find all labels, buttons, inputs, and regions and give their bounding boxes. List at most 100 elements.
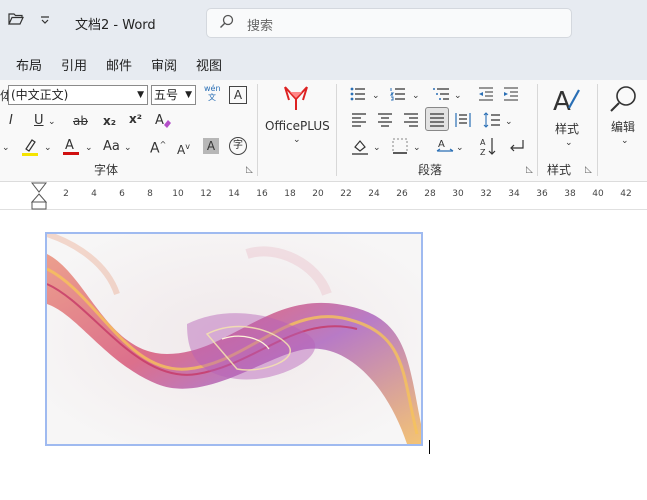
tab-mailings[interactable]: 邮件 <box>106 55 132 74</box>
ruler-tick-label: 16 <box>256 189 268 199</box>
separator <box>597 84 598 176</box>
chinese-layout-dropdown-icon[interactable]: ⌄ <box>456 140 464 156</box>
officeplus-logo-icon[interactable] <box>281 82 311 117</box>
ruler-tick-label: 18 <box>284 189 296 199</box>
ruler-tick-label: 8 <box>147 189 153 199</box>
tab-layout[interactable]: 布局 <box>16 55 42 74</box>
italic-button[interactable]: I <box>9 113 13 129</box>
text-cursor <box>429 440 430 454</box>
enclose-characters-button[interactable]: 字 <box>229 137 247 155</box>
show-marks-icon[interactable] <box>509 139 525 158</box>
svg-text:A: A <box>438 139 445 150</box>
borders-dropdown-icon[interactable]: ⌄ <box>413 140 421 156</box>
highlight-dropdown-icon[interactable]: ⌄ <box>44 140 52 156</box>
title-bar: 文档2 - Word 搜索 <box>0 0 647 46</box>
char-shading-button[interactable]: A <box>203 138 219 154</box>
ruler-tick-label: 42 <box>620 189 632 199</box>
ruler-tick-label: 34 <box>508 189 520 199</box>
document-title: 文档2 - Word <box>75 18 156 33</box>
ruler-tick-label: 40 <box>592 189 604 199</box>
svg-text:A: A <box>553 87 571 116</box>
align-center-icon[interactable] <box>377 113 393 132</box>
shrink-font-button[interactable]: Av <box>177 139 190 158</box>
ruler-tick-label: 12 <box>200 189 212 199</box>
line-spacing-dropdown-icon[interactable]: ⌄ <box>505 114 513 130</box>
decrease-indent-icon[interactable] <box>478 87 494 106</box>
font-color-dropdown-icon[interactable]: ⌄ <box>85 140 93 156</box>
clear-formatting-icon[interactable]: A <box>154 111 172 134</box>
ruler-tick-label: 10 <box>172 189 184 199</box>
chevron-down-icon[interactable] <box>40 14 50 29</box>
horizontal-ruler[interactable]: 2 4 6 8 10 12 14 16 18 20 22 24 26 28 30 32 34 36 38 40 42 <box>0 182 647 210</box>
editing-search-icon[interactable] <box>609 84 639 119</box>
font-group-label: 字体 <box>94 163 119 177</box>
paragraph-dialog-launcher-icon[interactable]: ◺ <box>526 165 533 175</box>
ruler-tick-label: 28 <box>424 189 436 199</box>
selected-picture[interactable] <box>45 232 423 446</box>
multilevel-list-icon[interactable] <box>432 87 450 106</box>
ruler-tick-label: 38 <box>564 189 576 199</box>
ruler-tick-label: 30 <box>452 189 464 199</box>
ribbon: 体 (中文正文) ▼ 五号 ▼ wén 文 A I U ⌄ ab x₂ x² A ⌄ … <box>0 80 647 182</box>
bullets-icon[interactable] <box>350 87 366 106</box>
tab-review[interactable]: 审阅 <box>151 55 177 74</box>
multilevel-dropdown-icon[interactable]: ⌄ <box>454 88 462 104</box>
font-dialog-launcher-icon[interactable]: ◺ <box>246 165 253 175</box>
officeplus-dropdown-icon[interactable]: ⌄ <box>293 132 301 148</box>
separator <box>336 84 337 176</box>
ruler-tick-label: 24 <box>368 189 380 199</box>
grow-font-button[interactable]: A^ <box>150 137 166 157</box>
font-name-select[interactable]: (中文正文) ▼ <box>8 85 148 105</box>
bullets-dropdown-icon[interactable]: ⌄ <box>372 88 380 104</box>
underline-dropdown-icon[interactable]: ⌄ <box>48 114 56 130</box>
styles-dropdown-icon[interactable]: ⌄ <box>565 135 573 151</box>
phonetic-guide-button[interactable]: wén 文 <box>204 84 221 102</box>
styles-dialog-launcher-icon[interactable]: ◺ <box>585 165 592 175</box>
ruler-tick-label: 26 <box>396 189 408 199</box>
align-right-icon[interactable] <box>403 113 419 132</box>
underline-button[interactable]: U <box>34 113 44 129</box>
char-border-button[interactable]: A <box>229 86 247 104</box>
change-case-button[interactable]: Aa <box>103 139 120 155</box>
search-icon <box>219 14 234 33</box>
styles-gallery-icon[interactable]: A <box>551 86 581 121</box>
ruler-tick-label: 4 <box>91 189 97 199</box>
borders-icon[interactable] <box>392 138 408 159</box>
distributed-icon[interactable] <box>455 112 471 133</box>
paragraph-shading-icon[interactable] <box>351 138 369 161</box>
chinese-layout-icon[interactable]: A <box>436 137 454 160</box>
separator <box>537 84 538 176</box>
justify-icon <box>429 113 445 132</box>
subscript-button[interactable]: x₂ <box>103 113 116 129</box>
numbering-dropdown-icon[interactable]: ⌄ <box>412 88 420 104</box>
separator <box>257 84 258 176</box>
svg-text:A: A <box>480 138 486 147</box>
ruler-tick-label: 6 <box>119 189 125 199</box>
superscript-button[interactable]: x² <box>129 111 142 127</box>
increase-indent-icon[interactable] <box>503 87 519 106</box>
styles-group-label: 样式 <box>547 163 572 177</box>
tab-references[interactable]: 引用 <box>61 55 87 74</box>
numbering-icon[interactable] <box>389 87 406 106</box>
tab-view[interactable]: 视图 <box>196 55 222 74</box>
line-spacing-icon[interactable] <box>483 112 501 133</box>
font-size-select[interactable]: 五号 ▼ <box>151 85 196 105</box>
search-placeholder: 搜索 <box>247 19 274 34</box>
svg-text:A: A <box>65 138 74 153</box>
ruler-tick-label: 36 <box>536 189 548 199</box>
ruler-tick-label: 14 <box>228 189 240 199</box>
strikethrough-button[interactable]: ab <box>73 113 88 129</box>
folder-open-icon[interactable] <box>8 12 24 29</box>
ribbon-tabs: 布局 引用 邮件 审阅 视图 <box>0 46 647 80</box>
font-color-icon[interactable]: A <box>62 136 80 161</box>
sort-icon[interactable]: AZ <box>479 136 497 161</box>
search-box[interactable]: 搜索 <box>206 8 572 38</box>
highlight-icon[interactable] <box>20 137 40 162</box>
change-case-dropdown-icon[interactable]: ⌄ <box>124 140 132 156</box>
shading-dropdown-icon[interactable]: ⌄ <box>373 140 381 156</box>
paragraph-group-label: 段落 <box>418 163 443 177</box>
editing-dropdown-icon[interactable]: ⌄ <box>621 133 629 149</box>
format-dropdown-icon[interactable]: ⌄ <box>2 140 10 156</box>
svg-text:A: A <box>155 113 164 128</box>
align-left-icon[interactable] <box>351 113 367 132</box>
